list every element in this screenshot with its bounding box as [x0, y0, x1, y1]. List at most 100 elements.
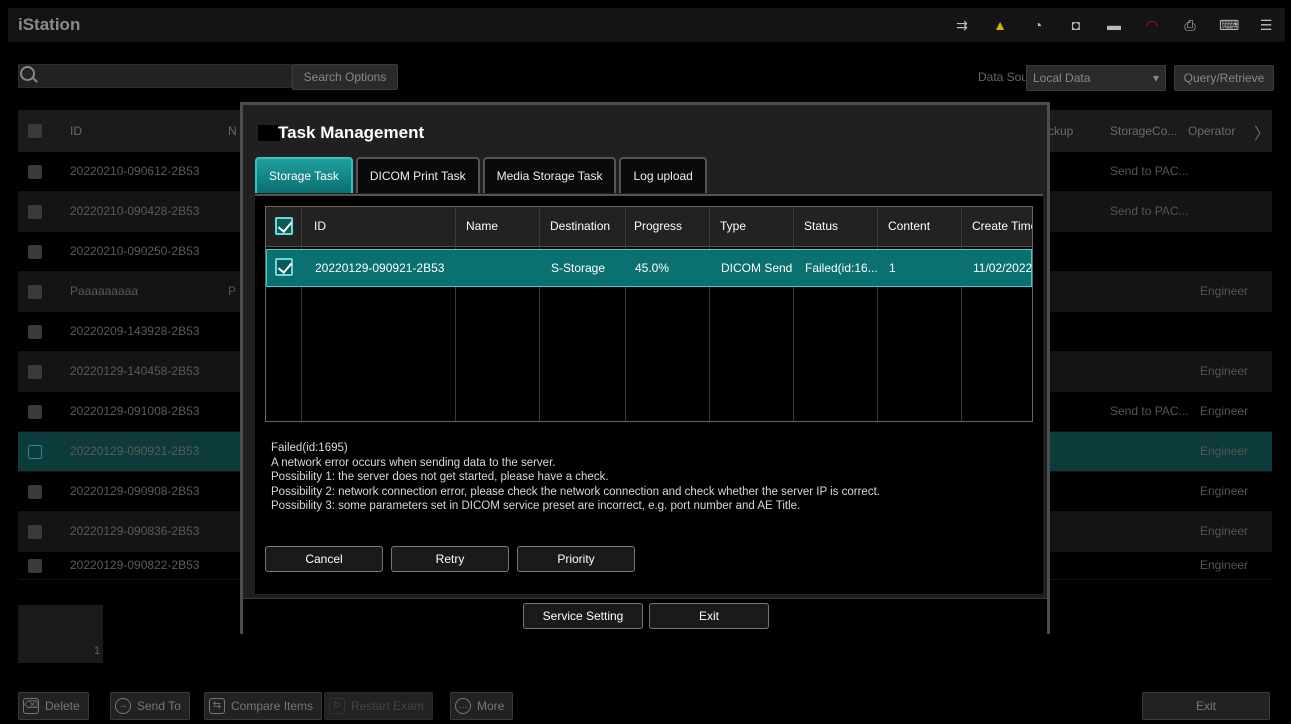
menu-icon[interactable]: ☰ [1257, 16, 1275, 34]
row-operator: Engineer [1200, 404, 1249, 418]
error-line: Possibility 2: network connection error,… [271, 485, 880, 498]
printer-icon[interactable]: ⎙ [1181, 16, 1199, 34]
search-options-button[interactable]: Search Options [292, 64, 398, 90]
row-checkbox[interactable] [28, 165, 42, 179]
select-all-checkbox[interactable] [28, 124, 42, 138]
compare-label: Compare Items [231, 699, 314, 713]
header-id[interactable]: ID [70, 124, 82, 138]
wireless-icon[interactable]: ◠ [1143, 16, 1161, 34]
send-to-label: Send To [137, 699, 181, 713]
restart-exam-button[interactable]: ↻ Restart Exam [324, 692, 433, 720]
bottom-toolbar: ⌫ Delete → Send To ⇆ Compare Items ↻ Restart… [8, 688, 1285, 720]
send-to-button[interactable]: → Send To [110, 692, 190, 720]
select-all-tasks-checkbox[interactable] [275, 217, 293, 235]
task-row-checkbox[interactable] [275, 258, 293, 276]
error-message: Failed(id:1695) A network error occurs w… [271, 441, 880, 514]
power-icon[interactable]: ◔ [1029, 16, 1047, 34]
row-operator: Engineer [1200, 558, 1249, 572]
network-transfer-icon[interactable]: ⇉ [953, 16, 971, 34]
tab-storage-task[interactable]: Storage Task [255, 157, 353, 193]
row-checkbox[interactable] [28, 285, 42, 299]
cancel-button[interactable]: Cancel [265, 546, 383, 572]
row-storage: Send to PAC... [1110, 204, 1189, 218]
more-label: More [477, 699, 505, 713]
dialog-exit-button[interactable]: Exit [649, 603, 769, 629]
search-input[interactable] [18, 64, 292, 88]
row-id: 20220210-090428-2B53 [70, 204, 200, 218]
task-id: 20220129-090921-2B53 [315, 261, 445, 275]
priority-button[interactable]: Priority [517, 546, 635, 572]
row-storage: Send to PAC... [1110, 404, 1189, 418]
storage-icon[interactable]: ▬ [1105, 16, 1123, 34]
row-operator: Engineer [1200, 364, 1249, 378]
title-bar: iStation ⇉ ▲ ◔ ◘ ▬ ◠ ⎙ ⌨ ☰ [8, 8, 1285, 42]
tab-media-storage-task[interactable]: Media Storage Task [482, 157, 617, 193]
task-destination: S-Storage [551, 261, 606, 275]
row-id: Paaaaaaaaa [70, 284, 139, 298]
row-storage: Send to PAC... [1110, 164, 1189, 178]
compare-items-button[interactable]: ⇆ Compare Items [204, 692, 323, 720]
col-destination: Destination [550, 219, 611, 233]
row-checkbox[interactable] [28, 485, 42, 499]
search-row: Search Options Data Source: Local Data ▾… [8, 62, 1285, 92]
row-operator: Engineer [1200, 484, 1249, 498]
delete-button[interactable]: ⌫ Delete [18, 692, 89, 720]
row-id: 20220129-090836-2B53 [70, 524, 200, 538]
tab-dicom-print-task[interactable]: DICOM Print Task [355, 157, 480, 193]
warning-icon[interactable]: ▲ [991, 16, 1009, 34]
page-indicator[interactable]: 1 [18, 605, 103, 663]
data-source-value: Local Data [1033, 71, 1091, 85]
row-checkbox[interactable] [28, 445, 42, 459]
task-table: ID Name Destination Progress Type Status… [265, 206, 1033, 422]
title-redaction [258, 125, 280, 141]
row-id: 20220129-090921-2B53 [70, 444, 200, 458]
task-progress: 45.0% [635, 261, 670, 275]
query-retrieve-button[interactable]: Query/Retrieve [1174, 65, 1274, 91]
row-id: 20220210-090250-2B53 [70, 244, 200, 258]
row-checkbox[interactable] [28, 365, 42, 379]
row-checkbox[interactable] [28, 245, 42, 259]
col-id: ID [314, 219, 326, 233]
row-id: 20220209-143928-2B53 [70, 324, 200, 338]
tab-log-upload[interactable]: Log upload [619, 157, 707, 193]
exit-button[interactable]: Exit [1142, 692, 1270, 720]
chevron-right-icon[interactable]: 〉 [1254, 120, 1270, 144]
chevron-down-icon: ▾ [1152, 71, 1159, 85]
row-checkbox[interactable] [28, 405, 42, 419]
col-status: Status [804, 219, 839, 233]
data-source-select[interactable]: Local Data ▾ [1026, 65, 1166, 91]
col-type: Type [720, 219, 747, 233]
row-checkbox[interactable] [28, 325, 42, 339]
header-name[interactable]: N [228, 124, 237, 138]
service-setting-button[interactable]: Service Setting [523, 603, 643, 629]
system-tray: ⇉ ▲ ◔ ◘ ▬ ◠ ⎙ ⌨ ☰ [953, 16, 1275, 34]
retry-button[interactable]: Retry [391, 546, 509, 572]
col-create-time: Create Time [972, 219, 1033, 233]
col-content: Content [888, 219, 931, 233]
trash-icon: ⌫ [23, 698, 39, 714]
error-line: A network error occurs when sending data… [271, 456, 556, 469]
header-operator[interactable]: Operator [1188, 124, 1235, 138]
delete-label: Delete [45, 699, 80, 713]
app-title: iStation [18, 15, 81, 34]
task-tabs: Storage Task DICOM Print Task Media Stor… [255, 157, 707, 195]
row-id: 20220129-090822-2B53 [70, 558, 200, 572]
mouse-icon[interactable]: ◘ [1067, 16, 1085, 34]
task-row[interactable]: 20220129-090921-2B53 S-Storage 45.0% DIC… [266, 249, 1032, 287]
task-type: DICOM Send [721, 261, 793, 275]
row-checkbox[interactable] [28, 559, 42, 573]
restart-label: Restart Exam [351, 699, 424, 713]
row-id: 20220129-140458-2B53 [70, 364, 200, 378]
row-checkbox[interactable] [28, 205, 42, 219]
more-button[interactable]: … More [450, 692, 514, 720]
restart-icon: ↻ [329, 698, 345, 714]
header-storage[interactable]: StorageCo... [1110, 124, 1177, 138]
error-line: Possibility 1: the server does not get s… [271, 471, 609, 483]
row-name: P [228, 284, 237, 298]
keyboard-icon[interactable]: ⌨ [1219, 16, 1239, 34]
header-backup[interactable]: ckup [1048, 124, 1073, 138]
page-number: 1 [94, 645, 101, 657]
row-checkbox[interactable] [28, 525, 42, 539]
error-line: Failed(id:1695) [271, 442, 348, 454]
row-operator: Engineer [1200, 284, 1249, 298]
